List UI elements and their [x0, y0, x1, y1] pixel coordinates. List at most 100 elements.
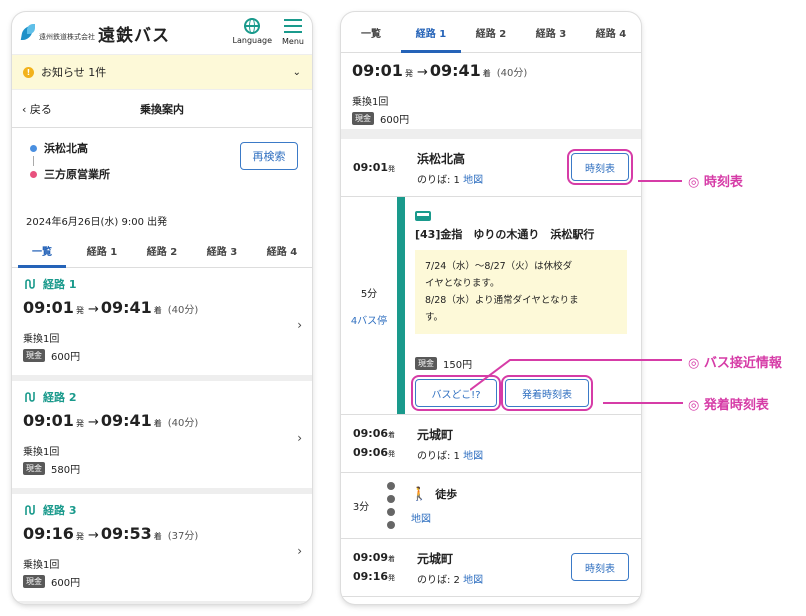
fare-value: 600円	[51, 351, 81, 363]
arr-time: 09:41	[100, 298, 152, 317]
arr-suffix: 着	[153, 419, 162, 428]
dep-suffix: 発	[75, 532, 84, 541]
route-summary: 09:01 発 → 09:41 着 (40分) 乗換1回 現金 600円	[341, 53, 641, 139]
arrow-right-icon: →	[87, 302, 99, 317]
stop-info: 浜松北高 のりば: 1 地図	[407, 150, 483, 186]
stop-second-departure: 09:09着 09:16発 元城町 のりば: 2 地図 時刻表	[341, 539, 641, 597]
transfer-count: 乗換1回	[23, 334, 60, 345]
walk-info: 🚶 徒歩 地図	[401, 486, 457, 526]
fare-value: 150円	[443, 360, 473, 371]
notice-line: イヤとなります。	[425, 278, 500, 289]
fare-value: 600円	[51, 577, 81, 589]
route-card-3[interactable]: 経路 3 09:16 発 → 09:53 着 (37分) 乗換1回 現金 600円 ›	[12, 494, 312, 604]
walk-dots	[381, 482, 401, 529]
bus-line-name: [43]金指 ゆりの木通り 浜松駅行	[415, 228, 595, 241]
destination-dot-icon	[30, 170, 37, 178]
tab-route-3[interactable]: 経路 3	[192, 234, 252, 267]
callout-timetable: ◎ 時刻表	[688, 175, 743, 190]
back-label: 戻る	[29, 102, 52, 116]
cash-badge: 現金	[23, 574, 45, 588]
fare-row: 現金 600円	[352, 110, 630, 126]
dep-time: 09:01	[23, 298, 74, 317]
stop-name: 浜松北高	[417, 151, 466, 166]
ride-line-bar	[397, 197, 405, 414]
to-stop-name: 三方原営業所	[44, 168, 110, 181]
cash-badge: 現金	[352, 111, 374, 125]
map-link[interactable]: 地図	[411, 510, 457, 525]
route-times: 09:01 発 → 09:41 着 (40分)	[23, 411, 301, 433]
timetable-button[interactable]: 時刻表	[571, 553, 629, 581]
route-icon	[25, 392, 35, 402]
stop-times: 09:09着 09:16発	[341, 549, 407, 587]
map-link[interactable]: 地図	[463, 451, 483, 462]
cash-badge: 現金	[23, 348, 45, 362]
tab-route-4[interactable]: 経路 4	[252, 234, 312, 267]
duration: (40分)	[167, 305, 199, 316]
route-label-text: 経路 1	[43, 278, 77, 291]
callout-line-departures	[603, 402, 683, 404]
map-link[interactable]: 地図	[463, 575, 483, 586]
route-label-text: 経路 3	[43, 504, 77, 517]
arr-time: 09:53	[100, 524, 152, 543]
stop-time: 09:01発	[341, 161, 407, 174]
notice-line: 8/28（水）より通常ダイヤとなりま	[425, 295, 579, 306]
route-card-1[interactable]: 経路 1 09:01 発 → 09:41 着 (40分) 乗換1回 現金 600円 ›	[12, 268, 312, 381]
tab-list[interactable]: 一覧	[12, 234, 72, 268]
platform-info: のりば: 2 地図	[417, 571, 483, 586]
route-label: 経路 3	[23, 502, 301, 518]
arrow-right-icon: →	[87, 415, 99, 430]
arrow-right-icon: →	[416, 65, 428, 80]
notice-line: 7/24（水）～8/27（火）は休校ダ	[425, 261, 573, 272]
dep-time: 09:01	[352, 161, 388, 174]
language-label: Language	[232, 36, 272, 45]
dep-suffix: 発	[388, 573, 395, 582]
map-link[interactable]: 地図	[463, 175, 483, 186]
dep-suffix: 発	[75, 306, 84, 315]
origin-dot-icon	[30, 144, 37, 152]
tab-route-2[interactable]: 経路 2	[132, 234, 192, 267]
route-card-2[interactable]: 経路 2 09:01 発 → 09:41 着 (40分) 乗換1回 現金 580円 ›	[12, 381, 312, 494]
arr-suffix: 着	[153, 532, 162, 541]
timetable-button[interactable]: 時刻表	[571, 153, 629, 181]
arr-suffix: 着	[388, 554, 395, 563]
platform-label: のりば: 1	[417, 450, 460, 462]
dep-suffix: 発	[388, 449, 395, 458]
tab-list[interactable]: 一覧	[341, 12, 401, 52]
ride-duration: 5分	[360, 288, 378, 300]
dep-time: 09:01	[352, 61, 403, 80]
dep-time: 09:01	[23, 411, 74, 430]
stop-info: 元城町 のりば: 2 地図	[407, 550, 483, 586]
chevron-right-icon: ›	[297, 544, 302, 558]
stops-count-link[interactable]: 4バス停	[351, 312, 387, 327]
ride-summary: 5分 4バス停	[341, 197, 397, 414]
logo-brand-name[interactable]: 遠鉄バス	[98, 21, 170, 46]
language-button[interactable]: Language	[233, 18, 272, 45]
dep-suffix: 発	[388, 165, 395, 173]
research-button[interactable]: 再検索	[240, 142, 298, 170]
platform-label: のりば: 2	[417, 574, 460, 586]
arr-time: 09:09	[352, 550, 388, 564]
entetsu-logo-icon	[20, 24, 36, 42]
route-times: 09:16 発 → 09:53 着 (37分)	[23, 524, 301, 546]
globe-icon	[244, 18, 261, 34]
duration: (40分)	[167, 418, 199, 429]
menu-button[interactable]: Menu	[282, 18, 304, 46]
callout-approach: ◎ バス接近情報	[688, 356, 782, 371]
tab-route-2[interactable]: 経路 2	[461, 12, 521, 52]
tab-route-4[interactable]: 経路 4	[581, 12, 641, 52]
notice-bar[interactable]: ! お知らせ 1件 ⌄	[12, 54, 312, 90]
chevron-right-icon: ›	[297, 318, 302, 332]
back-button[interactable]: ‹ 戻る	[22, 101, 52, 117]
stop-name: 元城町	[417, 551, 454, 566]
from-stop-name: 浜松北高	[44, 142, 88, 155]
arr-suffix: 着	[153, 306, 162, 315]
tab-route-1[interactable]: 経路 1	[72, 234, 132, 267]
tab-route-1[interactable]: 経路 1	[401, 12, 461, 53]
arr-suffix: 着	[388, 430, 395, 439]
arrow-right-icon: →	[87, 528, 99, 543]
walk-segment: 3分 🚶 徒歩 地図	[341, 473, 641, 539]
walk-title: 🚶 徒歩	[411, 486, 457, 502]
tab-route-3[interactable]: 経路 3	[521, 12, 581, 52]
platform-info: のりば: 1 地図	[417, 447, 483, 462]
dep-time: 09:06	[352, 445, 388, 459]
